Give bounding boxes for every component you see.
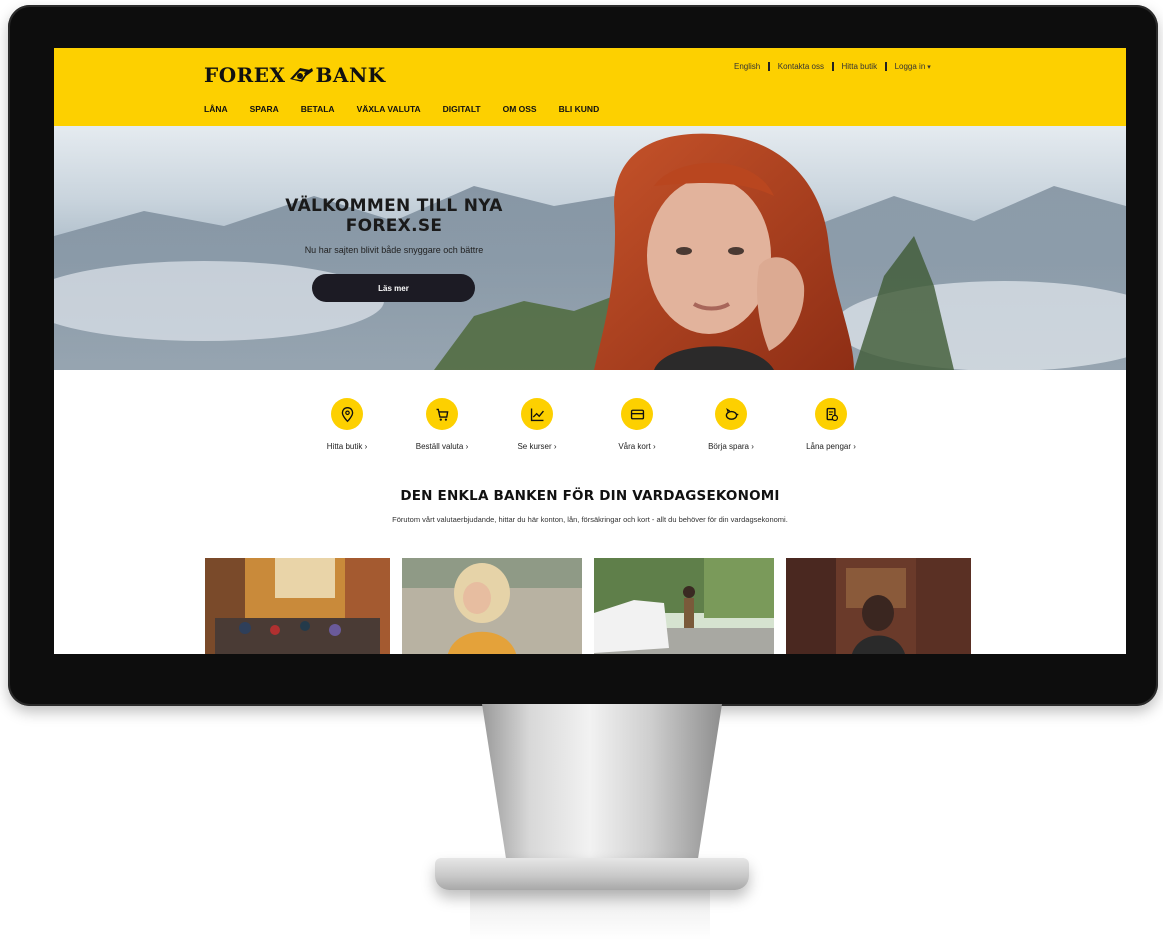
nav-item-bli-kund[interactable]: BLI KUND	[559, 104, 600, 114]
nav-item-om-oss[interactable]: OM OSS	[503, 104, 537, 114]
photo-tile-street[interactable]	[205, 558, 390, 654]
shopping-cart-icon	[426, 398, 458, 430]
divider	[885, 62, 887, 71]
hero-subtitle: Nu har sajten blivit både snyggare och b…	[304, 245, 484, 255]
quick-link-loans[interactable]: Låna pengar ›	[776, 398, 886, 451]
quick-link-rates[interactable]: Se kurser ›	[482, 398, 592, 451]
login-button[interactable]: Logga in ▾	[895, 62, 931, 71]
monitor-base	[435, 858, 749, 890]
nav-item-vaxla-valuta[interactable]: VÄXLA VALUTA	[357, 104, 421, 114]
forex-bank-logo[interactable]: FOREX BANK	[204, 62, 386, 88]
nav-item-betala[interactable]: BETALA	[301, 104, 335, 114]
photo-tile-woman[interactable]	[402, 558, 582, 654]
quick-link-order-currency[interactable]: Beställ valuta ›	[387, 398, 497, 451]
chevron-down-icon: ▾	[927, 64, 931, 71]
stand-shadow	[470, 890, 710, 940]
chart-icon	[521, 398, 553, 430]
divider	[768, 62, 770, 71]
quick-link-start-saving[interactable]: Börja spara ›	[676, 398, 786, 451]
photo-tile-market[interactable]	[786, 558, 971, 654]
nav-item-lana[interactable]: LÅNA	[204, 104, 228, 114]
hero-title-line1: VÄLKOMMEN TILL NYA	[285, 196, 503, 216]
quick-links: Hitta butik › Beställ valuta › Se kurser…	[54, 398, 1126, 458]
section-title: DEN ENKLA BANKEN FÖR DIN VARDAGSEKONOMI	[400, 488, 780, 504]
piggy-bank-icon	[715, 398, 747, 430]
loan-document-icon	[815, 398, 847, 430]
english-link[interactable]: English	[734, 62, 760, 71]
hero-title-line2: FOREX.SE	[345, 216, 443, 236]
nav-item-digitalt[interactable]: DIGITALT	[443, 104, 481, 114]
quick-link-label: Våra kort	[618, 442, 651, 451]
hero-title: VÄLKOMMEN TILL NYA FOREX.SE	[264, 196, 524, 236]
read-more-label: Läs mer	[378, 283, 409, 293]
photo-tile-car[interactable]	[594, 558, 774, 654]
contact-link[interactable]: Kontakta oss	[778, 62, 824, 71]
quick-link-label: Hitta butik	[326, 442, 363, 451]
divider	[832, 62, 834, 71]
quick-link-label: Börja spara	[708, 442, 750, 451]
quick-link-label: Se kurser	[517, 442, 552, 451]
main-nav: LÅNA SPARA BETALA VÄXLA VALUTA DIGITALT …	[204, 104, 599, 114]
quick-link-label: Beställ valuta	[415, 442, 464, 451]
logo-text-right: BANK	[315, 63, 386, 87]
quick-link-label: Låna pengar	[806, 442, 852, 451]
utility-nav: English Kontakta oss Hitta butik Logga i…	[734, 62, 931, 71]
credit-card-icon	[621, 398, 653, 430]
read-more-button[interactable]: Läs mer	[312, 274, 475, 302]
browser-screen: FOREX BANK English Kontakta oss Hitta bu…	[54, 48, 1126, 654]
logo-text-left: FOREX	[204, 63, 286, 87]
hero-banner: VÄLKOMMEN TILL NYA FOREX.SE Nu har sajte…	[54, 126, 1126, 370]
section-text: Förutom vårt valutaerbjudande, hittar du…	[392, 515, 788, 524]
nav-item-spara[interactable]: SPARA	[250, 104, 279, 114]
location-pin-icon	[331, 398, 363, 430]
find-store-link[interactable]: Hitta butik	[842, 62, 878, 71]
logo-emblem-icon	[288, 64, 314, 86]
login-label: Logga in	[894, 62, 926, 71]
monitor-stand	[482, 704, 722, 874]
hero-image	[54, 133, 1126, 370]
site-header: FOREX BANK English Kontakta oss Hitta bu…	[54, 48, 1126, 126]
quick-link-find-store[interactable]: Hitta butik ›	[292, 398, 402, 451]
